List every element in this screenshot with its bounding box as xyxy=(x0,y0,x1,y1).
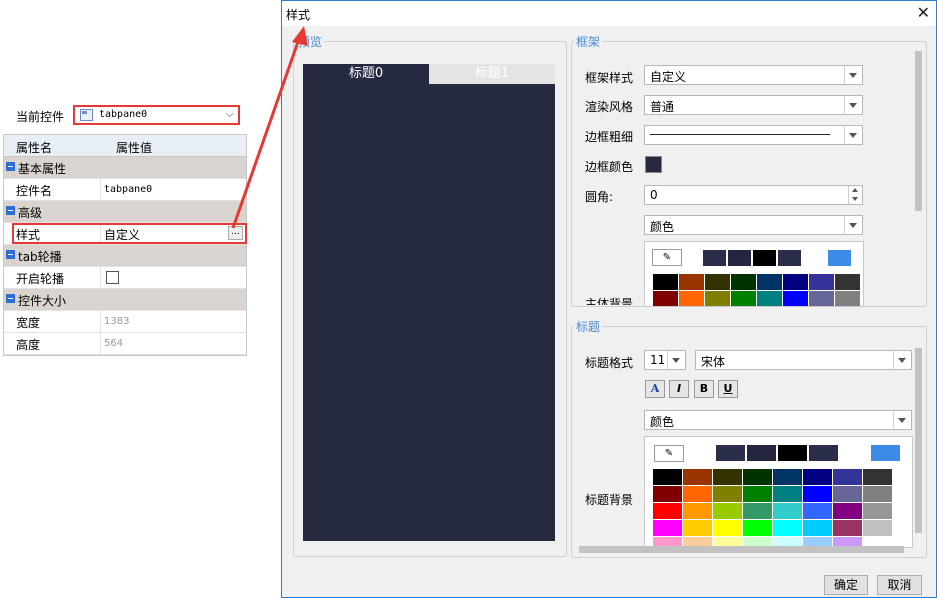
pointer-arrow xyxy=(231,26,308,229)
